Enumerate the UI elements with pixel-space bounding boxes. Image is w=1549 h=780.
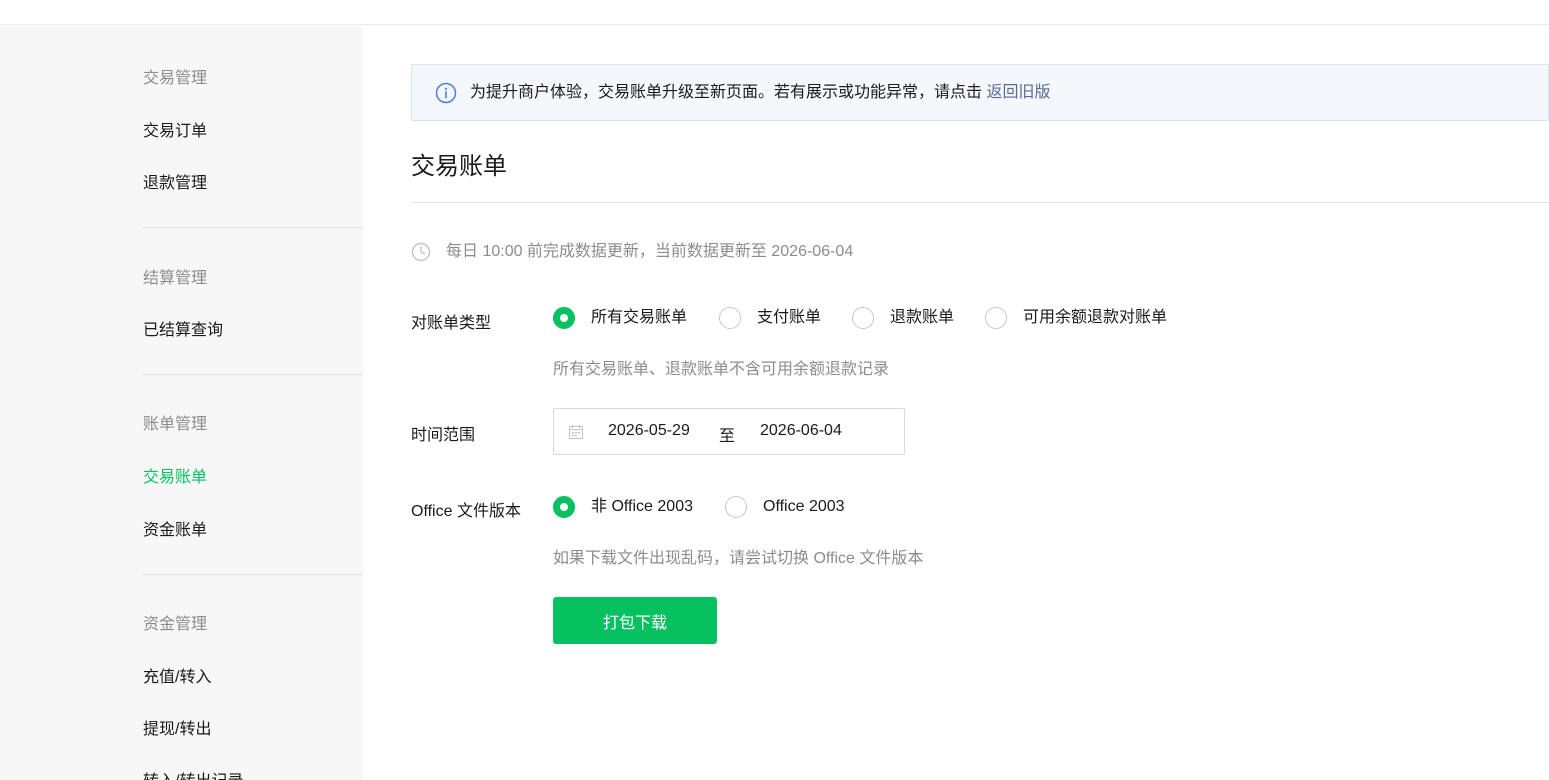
radio-label: 可用余额退款对账单 [1023,309,1168,326]
sidebar-item-transfer-records[interactable]: 转入/转出记录 [143,767,243,780]
notice-message: 为提升商户体验，交易账单升级至新页面。若有展示或功能异常，请点击 [470,84,983,101]
sidebar-item-fund-bill[interactable]: 资金账单 [143,516,207,540]
title-divider [411,202,1549,203]
page-title: 交易账单 [411,153,507,180]
radio-label: 退款账单 [890,309,955,326]
radio-checked-icon [553,496,575,518]
sidebar-item-recharge[interactable]: 充值/转入 [143,663,211,687]
sidebar-item-trade-orders[interactable]: 交易订单 [143,117,207,141]
sidebar-divider [143,574,363,575]
radio-label: Office 2003 [763,498,845,515]
download-button[interactable]: 打包下载 [553,597,717,644]
sidebar-item-refund-management[interactable]: 退款管理 [143,169,207,193]
notice-banner: 为提升商户体验，交易账单升级至新页面。若有展示或功能异常，请点击 返回旧版 [411,64,1549,121]
radio-label: 支付账单 [757,309,822,326]
sidebar-item-settled-query[interactable]: 已结算查询 [143,316,223,340]
bill-type-label: 对账单类型 [411,315,492,332]
sidebar-divider [143,227,363,228]
radio-unchecked-icon [985,307,1007,329]
radio-label: 非 Office 2003 [591,498,693,515]
clock-icon [411,242,431,262]
start-date[interactable]: 2026-05-29 [608,422,690,440]
bill-type-hint: 所有交易账单、退款账单不含可用余额退款记录 [553,361,890,378]
sidebar-group-title: 交易管理 [143,70,208,87]
top-bar [0,0,1549,25]
sidebar-divider [143,374,363,375]
office-version-label: Office 文件版本 [411,503,521,520]
update-text: 每日 10:00 前完成数据更新，当前数据更新至 2026-06-04 [446,243,854,260]
radio-unchecked-icon [725,496,747,518]
sidebar-group-title: 账单管理 [143,416,208,433]
calendar-icon [569,425,583,439]
sidebar: 交易管理 交易订单 退款管理 结算管理 已结算查询 账单管理 交易账单 资金账单… [0,26,363,780]
sidebar-group-title: 结算管理 [143,270,208,287]
info-icon [435,82,457,104]
end-date[interactable]: 2026-06-04 [760,422,842,440]
time-range-label: 时间范围 [411,427,476,444]
sidebar-item-trade-bill[interactable]: 交易账单 [143,463,207,487]
radio-checked-icon [553,307,575,329]
office-version-hint: 如果下载文件出现乱码，请尝试切换 Office 文件版本 [553,550,924,567]
date-separator: 至 [719,428,736,445]
radio-label: 所有交易账单 [591,309,688,326]
radio-unchecked-icon [852,307,874,329]
date-range-picker[interactable]: 2026-05-29 至 2026-06-04 [553,408,905,455]
notice-text: 为提升商户体验，交易账单升级至新页面。若有展示或功能异常，请点击 返回旧版 [470,82,1050,104]
radio-unchecked-icon [719,307,741,329]
sidebar-group-title: 资金管理 [143,616,208,633]
back-to-old-version-link[interactable]: 返回旧版 [986,84,1050,101]
sidebar-item-withdraw[interactable]: 提现/转出 [143,715,211,739]
